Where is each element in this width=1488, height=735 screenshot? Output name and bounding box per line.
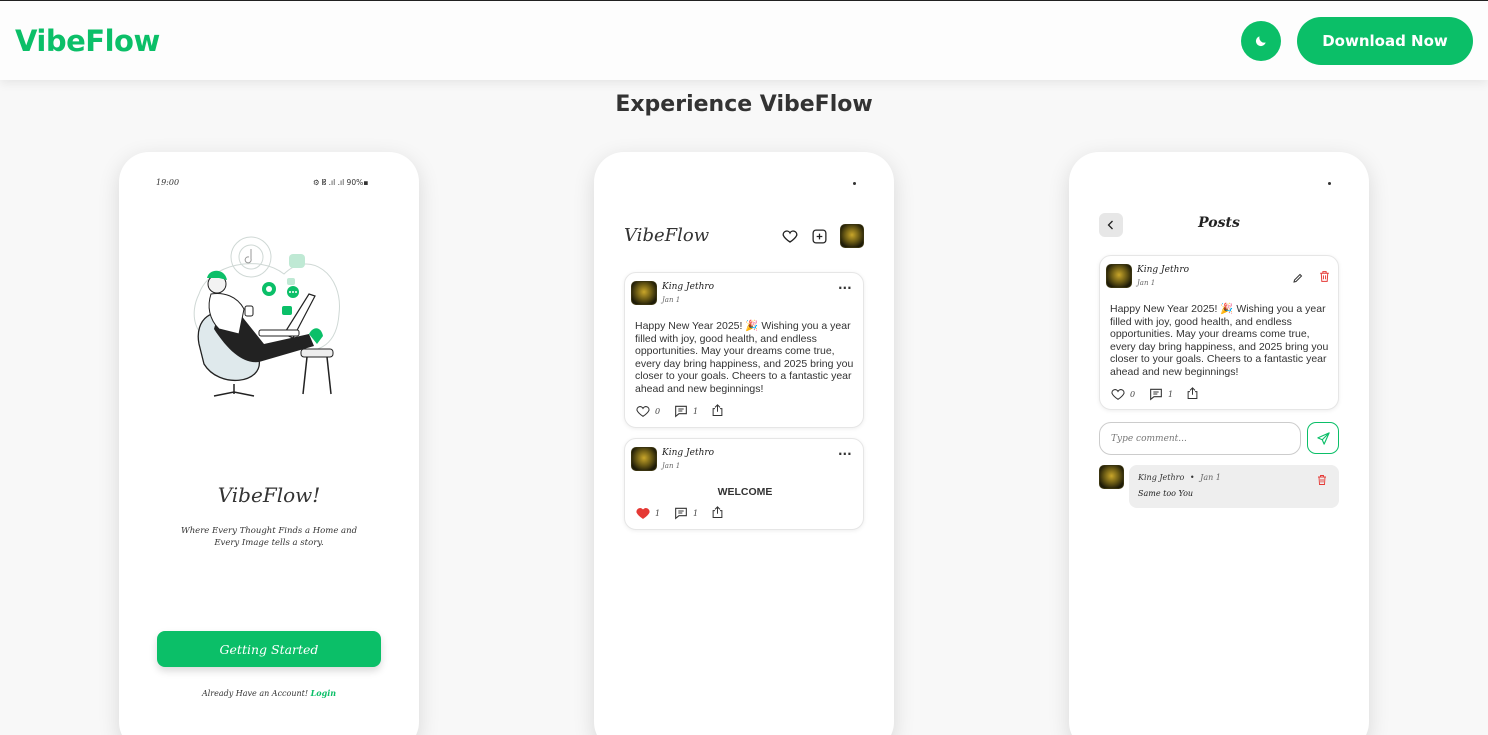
getting-started-button[interactable]: Getting Started — [157, 631, 381, 667]
like-button[interactable]: 1 — [635, 505, 660, 521]
post-username[interactable]: King Jethro — [662, 282, 714, 292]
comment-icon — [1150, 388, 1162, 401]
more-options-icon[interactable]: ··· — [838, 447, 852, 461]
status-time: 19:00 — [156, 178, 180, 187]
post-text: Happy New Year 2025! 🎉 Wishing you a yea… — [1110, 303, 1329, 378]
brand-logo[interactable]: VibeFlow — [15, 24, 160, 58]
status-dot — [1328, 182, 1331, 185]
comment-count: 1 — [1168, 389, 1174, 399]
share-button[interactable] — [1185, 386, 1200, 401]
add-square-icon — [811, 228, 827, 244]
comment-icon — [675, 507, 687, 520]
navbar: VibeFlow Download Now — [0, 1, 1488, 80]
heart-icon — [636, 406, 650, 417]
edit-button[interactable] — [1292, 269, 1304, 288]
trash-icon — [1318, 475, 1326, 485]
phone-mockup-welcome: 19:00 ⚙ 𝄡 .ıl .ıl 90%▪ VibeFlow! Where E… — [119, 152, 419, 735]
download-button[interactable]: Download Now — [1297, 17, 1473, 65]
avatar[interactable] — [631, 281, 657, 305]
post-card: King Jethro Jan 1 ··· Happy New Year 202… — [624, 272, 864, 428]
post-date: Jan 1 — [662, 462, 681, 470]
status-icons: ⚙ 𝄡 .ıl .ıl 90%▪ — [313, 178, 369, 187]
comment-icon — [675, 405, 687, 418]
comment-count: 1 — [693, 406, 699, 416]
login-prompt: Already Have an Account! — [201, 689, 309, 698]
post-username[interactable]: King Jethro — [1137, 265, 1189, 275]
comment-button[interactable]: 1 — [1148, 386, 1173, 402]
like-count: 0 — [655, 406, 661, 416]
share-icon — [712, 506, 723, 518]
more-options-icon[interactable]: ··· — [838, 281, 852, 295]
delete-button[interactable] — [1318, 268, 1331, 287]
like-button[interactable]: 0 — [635, 403, 660, 419]
heart-filled-icon — [636, 508, 650, 519]
comment-button[interactable]: 1 — [673, 505, 698, 521]
theme-toggle-button[interactable] — [1241, 21, 1281, 61]
avatar[interactable] — [631, 447, 657, 471]
like-count: 0 — [1130, 389, 1136, 399]
login-link[interactable]: Login — [311, 688, 336, 698]
favorites-button[interactable] — [780, 226, 800, 246]
post-card: King Jethro Jan 1 Happy New Year 2025! 🎉… — [1099, 255, 1339, 410]
phone-mockup-feed: VibeFlow King Jethro Jan 1 ··· Happy New… — [594, 152, 894, 735]
share-button[interactable] — [710, 403, 725, 418]
status-dot — [853, 182, 856, 185]
like-count: 1 — [655, 508, 661, 518]
new-post-button[interactable] — [809, 226, 829, 246]
phone-mockup-post-detail: Posts King Jethro Jan 1 Happy New Year 2… — [1069, 152, 1369, 735]
comment-text: Same too You — [1138, 489, 1194, 498]
comment-button[interactable]: 1 — [673, 403, 698, 419]
illustration — [193, 236, 340, 397]
pencil-icon — [1293, 273, 1303, 283]
post-date: Jan 1 — [662, 296, 681, 304]
comment-input[interactable] — [1099, 422, 1301, 455]
comment-avatar[interactable] — [1099, 465, 1124, 489]
heart-icon — [782, 230, 798, 243]
welcome-tagline: Where Every Thought Finds a Home and Eve… — [159, 525, 379, 549]
post-date: Jan 1 — [1137, 279, 1156, 287]
trash-icon — [1320, 271, 1329, 282]
post-card: King Jethro Jan 1 ··· WELCOME 1 1 — [624, 438, 864, 530]
send-comment-button[interactable] — [1307, 422, 1339, 454]
share-icon — [1187, 387, 1198, 399]
comment-date: Jan 1 — [1200, 473, 1221, 482]
like-button[interactable]: 0 — [1110, 386, 1135, 402]
welcome-title: VibeFlow! — [217, 483, 321, 507]
app-title: VibeFlow — [624, 225, 710, 246]
login-prompt-row: Already Have an Account! Login — [119, 688, 419, 698]
delete-comment-button[interactable] — [1316, 471, 1328, 490]
avatar[interactable] — [1106, 264, 1132, 288]
comment-separator: • — [1189, 473, 1195, 482]
page-title: Posts — [1198, 215, 1240, 231]
tagline-line-1: Where Every Thought Finds a Home and — [180, 526, 358, 536]
comment-meta: King Jethro • Jan 1 — [1138, 473, 1221, 482]
heart-icon — [1111, 389, 1125, 400]
post-username[interactable]: King Jethro — [662, 448, 714, 458]
tagline-line-2: Every Image tells a story. — [214, 538, 324, 548]
comment-count: 1 — [693, 508, 699, 518]
send-icon — [1316, 431, 1330, 445]
profile-avatar[interactable] — [840, 224, 864, 248]
post-text: WELCOME — [717, 486, 773, 498]
share-icon — [712, 404, 723, 416]
share-button[interactable] — [710, 505, 725, 520]
section-title: Experience VibeFlow — [615, 92, 873, 117]
comment-item: King Jethro • Jan 1 Same too You — [1129, 465, 1339, 508]
post-text: Happy New Year 2025! 🎉 Wishing you a yea… — [635, 320, 854, 395]
comment-username[interactable]: King Jethro — [1138, 473, 1184, 482]
moon-icon — [1255, 36, 1266, 47]
